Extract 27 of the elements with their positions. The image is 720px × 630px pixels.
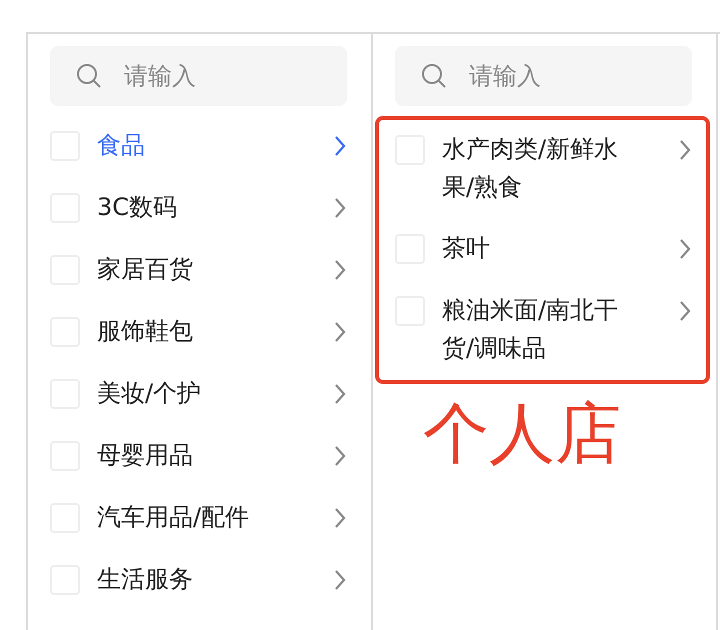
- chevron-right-icon: [333, 196, 347, 220]
- chevron-right-icon: [333, 444, 347, 468]
- category-item[interactable]: 母婴用品: [97, 436, 317, 474]
- category-item[interactable]: 3C数码: [97, 188, 317, 226]
- chevron-right-icon: [333, 320, 347, 344]
- category-item[interactable]: 粮油米面/南北干货/调味品: [442, 291, 642, 367]
- chevron-right-icon: [333, 568, 347, 592]
- category-item[interactable]: 茶叶: [442, 229, 642, 267]
- category-item[interactable]: 家居百货: [97, 250, 317, 288]
- category-item[interactable]: 服饰鞋包: [97, 312, 317, 350]
- annotation-label: 个人店: [423, 398, 622, 471]
- chevron-right-icon: [678, 138, 692, 162]
- search-field[interactable]: 请输入: [395, 46, 692, 106]
- search-icon: [76, 63, 102, 89]
- chevron-right-icon: [333, 134, 347, 158]
- chevron-right-icon: [333, 382, 347, 406]
- search-icon: [421, 63, 447, 89]
- chevron-right-icon: [333, 258, 347, 282]
- category-item[interactable]: 汽车用品/配件: [97, 498, 317, 536]
- category-item[interactable]: 美妆/个护: [97, 374, 317, 412]
- search-field[interactable]: 请输入: [50, 46, 347, 106]
- category-item[interactable]: 生活服务: [97, 560, 317, 598]
- chevron-right-icon: [678, 237, 692, 261]
- category-item[interactable]: 水产肉类/新鲜水果/熟食: [442, 130, 642, 206]
- chevron-right-icon: [678, 299, 692, 323]
- category-item[interactable]: 食品: [97, 126, 317, 164]
- chevron-right-icon: [333, 506, 347, 530]
